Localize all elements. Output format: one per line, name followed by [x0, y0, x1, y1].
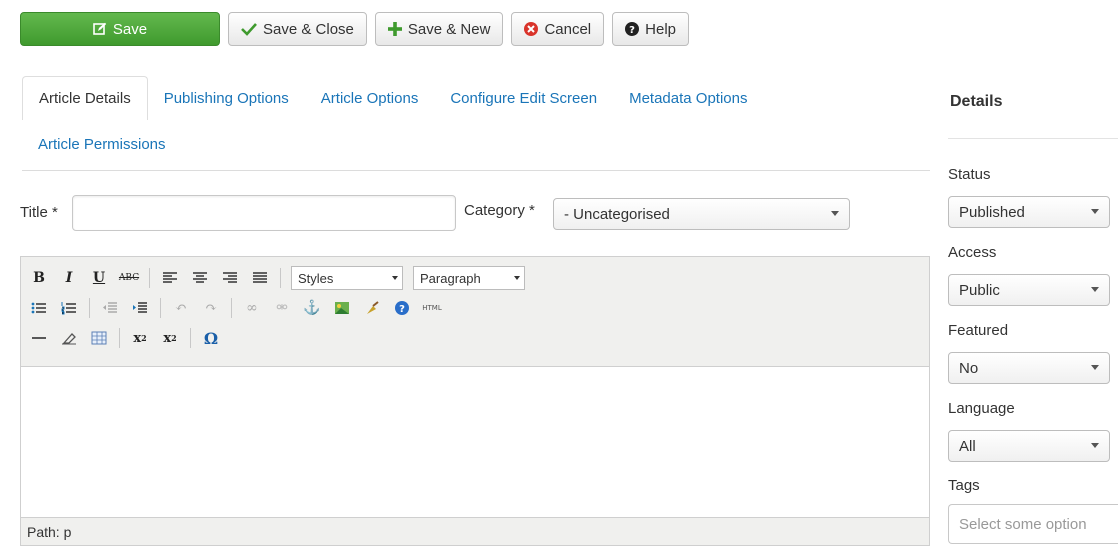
tab-bar: Article Details Publishing Options Artic… — [22, 76, 930, 168]
save-label: Save — [112, 20, 148, 38]
toolbar-separator — [160, 298, 161, 318]
editor-toolbar: B I U ABC Styles Paragraph ↶ ↷ ∞ ⚮ ⚓ ? H… — [21, 257, 929, 367]
featured-label: Featured — [948, 322, 1009, 339]
html-source-icon[interactable]: HTML — [422, 297, 442, 319]
chevron-down-icon — [1091, 287, 1099, 292]
table-icon[interactable] — [89, 327, 109, 349]
save-button[interactable]: Save — [20, 12, 220, 46]
outdent-icon[interactable] — [100, 297, 120, 319]
tab-article-permissions[interactable]: Article Permissions — [22, 122, 182, 166]
save-close-label: Save & Close — [263, 20, 354, 38]
cancel-label: Cancel — [544, 20, 592, 38]
editor-path: Path: p — [27, 523, 72, 540]
format-value: Paragraph — [420, 270, 481, 286]
superscript-icon[interactable]: x2 — [160, 327, 180, 349]
save-close-button[interactable]: Save & Close — [228, 12, 367, 46]
language-value: All — [959, 437, 976, 455]
redo-icon[interactable]: ↷ — [201, 297, 221, 319]
featured-value: No — [959, 359, 979, 377]
language-select[interactable]: All — [948, 430, 1110, 462]
editor-content-area[interactable] — [21, 367, 929, 517]
language-label: Language — [948, 400, 1015, 417]
svg-text:?: ? — [399, 304, 405, 315]
undo-icon[interactable]: ↶ — [171, 297, 191, 319]
help-label: Help — [645, 20, 676, 38]
special-character-icon[interactable]: Ω — [201, 327, 221, 349]
image-icon[interactable] — [332, 297, 352, 319]
status-label: Status — [948, 166, 991, 183]
toolbar-separator — [190, 328, 191, 348]
format-dropdown[interactable]: Paragraph — [413, 266, 525, 290]
align-justify-icon[interactable] — [250, 267, 270, 289]
strikethrough-icon[interactable]: ABC — [119, 267, 139, 289]
plus-icon — [387, 22, 402, 36]
tab-publishing-options[interactable]: Publishing Options — [148, 76, 305, 120]
toolbar-separator — [89, 298, 90, 318]
italic-icon[interactable]: I — [59, 267, 79, 289]
chevron-down-icon — [1091, 209, 1099, 214]
access-select[interactable]: Public — [948, 274, 1110, 306]
status-value: Published — [959, 203, 1025, 221]
status-select[interactable]: Published — [948, 196, 1110, 228]
indent-icon[interactable] — [130, 297, 150, 319]
link-icon[interactable]: ∞ — [242, 297, 262, 319]
svg-text:?: ? — [629, 25, 635, 36]
toolbar-separator — [149, 268, 150, 288]
save-new-label: Save & New — [407, 20, 491, 38]
tags-input[interactable]: Select some option — [948, 504, 1118, 544]
align-right-icon[interactable] — [220, 267, 240, 289]
cleanup-icon[interactable] — [362, 297, 382, 319]
anchor-icon[interactable]: ⚓ — [302, 297, 322, 319]
styles-value: Styles — [298, 270, 334, 286]
underline-icon[interactable]: U — [89, 267, 109, 289]
help-button[interactable]: ? Help — [612, 12, 689, 46]
numbered-list-icon[interactable] — [59, 297, 79, 319]
styles-dropdown[interactable]: Styles — [291, 266, 403, 290]
category-value: - Uncategorised — [564, 205, 670, 223]
access-value: Public — [959, 281, 1000, 299]
align-left-icon[interactable] — [160, 267, 180, 289]
edit-icon — [93, 22, 107, 36]
tab-configure-edit-screen[interactable]: Configure Edit Screen — [434, 76, 613, 120]
tab-divider — [22, 170, 930, 171]
chevron-down-icon — [831, 211, 839, 216]
toolbar-separator — [280, 268, 281, 288]
horizontal-rule-icon[interactable] — [29, 327, 49, 349]
featured-select[interactable]: No — [948, 352, 1110, 384]
toolbar-separator — [119, 328, 120, 348]
checkmark-icon — [241, 22, 257, 36]
chevron-down-icon — [1091, 443, 1099, 448]
question-circle-icon: ? — [625, 22, 640, 36]
cancel-circle-icon — [524, 22, 539, 36]
category-label: Category * — [464, 202, 535, 219]
details-title: Details — [950, 93, 1003, 110]
unlink-icon[interactable]: ⚮ — [272, 297, 292, 319]
sidebar-divider — [948, 138, 1118, 139]
cancel-button[interactable]: Cancel — [511, 12, 605, 46]
title-input[interactable] — [72, 195, 456, 231]
editor-status-bar: Path: p — [21, 517, 929, 545]
chevron-down-icon — [392, 276, 398, 280]
chevron-down-icon — [514, 276, 520, 280]
bold-icon[interactable]: B — [29, 267, 49, 289]
toolbar-separator — [231, 298, 232, 318]
tags-label: Tags — [948, 477, 980, 494]
rich-text-editor: B I U ABC Styles Paragraph ↶ ↷ ∞ ⚮ ⚓ ? H… — [20, 256, 930, 546]
tab-article-details[interactable]: Article Details — [22, 76, 148, 120]
access-label: Access — [948, 244, 997, 261]
tags-placeholder: Select some option — [959, 515, 1087, 533]
tab-metadata-options[interactable]: Metadata Options — [613, 76, 763, 120]
align-center-icon[interactable] — [190, 267, 210, 289]
eraser-icon[interactable] — [59, 327, 79, 349]
toolbar: Save Save & Close Save & New Cancel ? He… — [20, 12, 689, 48]
category-select[interactable]: - Uncategorised — [553, 198, 850, 230]
tab-article-options[interactable]: Article Options — [305, 76, 435, 120]
chevron-down-icon — [1091, 365, 1099, 370]
title-label: Title * — [20, 204, 58, 221]
subscript-icon[interactable]: x2 — [130, 327, 150, 349]
save-new-button[interactable]: Save & New — [374, 12, 504, 46]
bullet-list-icon[interactable] — [29, 297, 49, 319]
help-circle-icon[interactable]: ? — [392, 297, 412, 319]
